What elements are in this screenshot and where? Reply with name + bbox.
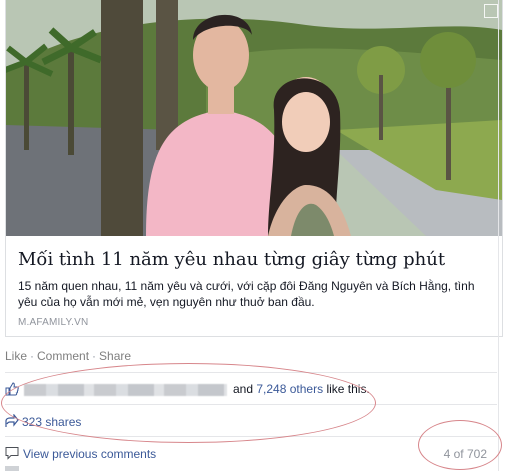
facebook-post: Mối tình 11 năm yêu nhau từng giây từng … <box>0 0 505 471</box>
comment-link[interactable]: Comment <box>37 349 89 363</box>
comment-avatar-stub <box>5 466 19 471</box>
comment-icon <box>5 447 19 460</box>
post-actions: Like · Comment · Share <box>5 349 131 363</box>
post-border <box>498 0 499 471</box>
separator: · <box>30 349 35 363</box>
view-previous-comments-link[interactable]: View previous comments <box>23 447 156 461</box>
separator: · <box>92 349 97 363</box>
link-preview-domain: M.AFAMILY.VN <box>18 317 89 328</box>
link-preview-card[interactable]: Mối tình 11 năm yêu nhau từng giây từng … <box>5 0 503 337</box>
annotation-circle <box>1 363 376 443</box>
link-preview-title[interactable]: Mối tình 11 năm yêu nhau từng giây từng … <box>18 249 488 270</box>
link-preview-photo[interactable] <box>6 0 502 236</box>
couple-photo-illustration <box>6 0 502 236</box>
like-link[interactable]: Like <box>5 349 27 363</box>
share-link[interactable]: Share <box>99 349 131 363</box>
expand-icon[interactable] <box>484 4 498 18</box>
link-preview-description: 15 năm quen nhau, 11 năm yêu và cưới, vớ… <box>18 279 475 309</box>
annotation-circle <box>418 420 502 470</box>
